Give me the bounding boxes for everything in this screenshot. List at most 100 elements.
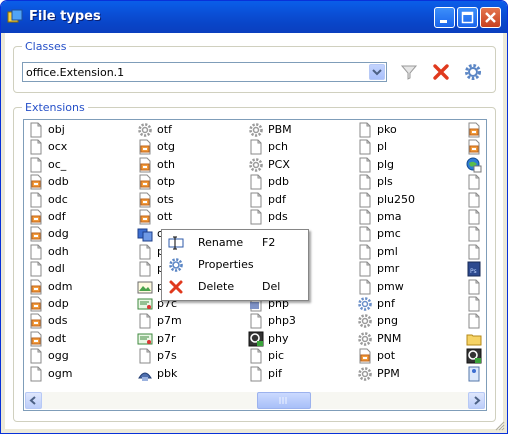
list-item-label: odt (48, 331, 67, 345)
openoffice-file-icon (466, 122, 482, 138)
scroll-left-button[interactable] (25, 392, 42, 409)
cert-file-icon (137, 331, 153, 347)
photoshop-file-icon: Ps (466, 261, 482, 277)
generic-file-icon (248, 366, 264, 382)
gear-file-icon (137, 122, 153, 138)
generic-file-icon (248, 209, 264, 225)
generic-file-icon (248, 192, 264, 208)
list-item-label: PNM (377, 331, 402, 345)
list-item-label: odl (48, 262, 65, 276)
file-types-window: File types Classes office.Extension.1 Ex… (0, 0, 508, 434)
list-item-label: png (377, 314, 398, 328)
openoffice-file-icon (137, 139, 153, 155)
list-item-label: otp (157, 175, 176, 189)
list-item-label: pds (268, 210, 288, 223)
classes-group-label: Classes (22, 40, 70, 53)
list-item-label: plg (377, 157, 395, 171)
generic-file-icon (248, 139, 264, 155)
list-item-label: pbk (157, 366, 178, 380)
generic-file-icon (466, 296, 482, 312)
openoffice-file-icon (28, 226, 44, 242)
list-item-label: pch (268, 140, 289, 154)
delete-icon (433, 64, 449, 80)
list-item-label: PPM (377, 366, 400, 380)
horizontal-scrollbar[interactable] (25, 392, 485, 409)
list-item-label: PBM (268, 123, 292, 136)
list-item-label: ots (157, 192, 174, 206)
openoffice-file-icon (28, 174, 44, 190)
list-item-label: pmr (377, 262, 400, 276)
menu-item-properties[interactable]: Properties (164, 254, 304, 276)
context-menu: Rename F2 Properties Delete Del (161, 229, 309, 301)
list-item-label: pdb (268, 175, 289, 189)
generic-file-icon (357, 122, 373, 138)
list-item-label: ods (48, 314, 68, 328)
class-properties-button[interactable] (463, 62, 483, 82)
menu-item-rename[interactable]: Rename F2 (164, 232, 304, 254)
list-item-label: odb (48, 175, 69, 189)
openoffice-file-icon (137, 157, 153, 173)
generic-file-icon (28, 157, 44, 173)
minimize-icon (440, 20, 447, 23)
menu-item-delete[interactable]: Delete Del (164, 276, 304, 298)
maximize-button[interactable] (457, 7, 478, 28)
openoffice-file-icon (137, 192, 153, 208)
list-item-label: pmc (377, 227, 401, 241)
chevron-left-icon (29, 396, 36, 405)
list-item-label: pml (377, 244, 398, 258)
gear-blue-file-icon (357, 296, 373, 312)
generic-file-icon (357, 157, 373, 173)
openoffice-file-icon (28, 313, 44, 329)
list-item-label: odg (48, 227, 69, 241)
openoffice-file-icon (28, 296, 44, 312)
grip-icon (279, 397, 287, 404)
class-combobox-value: office.Extension.1 (26, 66, 125, 79)
generic-file-icon (466, 174, 482, 190)
menu-item-label: Properties (198, 258, 254, 271)
blue-tile-icon (137, 226, 153, 242)
list-item-label: p7m (157, 314, 182, 328)
generic-file-icon (357, 192, 373, 208)
generic-file-icon (357, 279, 373, 295)
combobox-dropdown-button[interactable] (369, 64, 385, 80)
title-bar[interactable]: File types (1, 1, 507, 33)
list-item-label: pl (377, 140, 388, 154)
scroll-right-button[interactable] (468, 392, 485, 409)
minimize-button[interactable] (434, 7, 455, 28)
list-item-label: pif (268, 366, 282, 380)
phy-file-icon (466, 348, 482, 364)
list-item-label: ott (157, 210, 173, 223)
image-file-icon (137, 279, 153, 295)
globe-file-icon (466, 157, 482, 173)
blue-doc-file-icon (466, 366, 482, 382)
generic-file-icon (28, 348, 44, 364)
rename-icon (168, 235, 184, 251)
menu-item-label: Delete (198, 280, 235, 293)
list-item-label: ogm (48, 366, 73, 380)
list-item-label: pnf (377, 297, 395, 310)
generic-file-icon (248, 174, 264, 190)
list-item-label: odh (48, 244, 69, 258)
list-item-label: oc_ (48, 157, 67, 171)
generic-file-icon (248, 348, 264, 364)
list-item-label: otf (157, 123, 172, 136)
generic-file-icon (28, 261, 44, 277)
generic-file-icon (28, 122, 44, 138)
scrollbar-thumb[interactable] (257, 392, 311, 409)
phone-file-icon (137, 366, 153, 382)
close-button[interactable] (480, 7, 501, 28)
generic-file-icon (466, 209, 482, 225)
close-icon (485, 12, 496, 23)
filter-button[interactable] (399, 62, 419, 82)
delete-class-button[interactable] (431, 62, 451, 82)
list-item-label: pot (377, 349, 396, 363)
list-item-label: pdf (268, 192, 286, 206)
list-item-label: oth (157, 157, 176, 171)
menu-item-shortcut: Del (262, 280, 281, 293)
chevron-down-icon (372, 69, 382, 76)
list-item-label: phy (268, 331, 289, 345)
list-item-label: p7s (157, 349, 177, 363)
resize-grip[interactable] (495, 421, 505, 431)
generic-file-icon (137, 261, 153, 277)
class-combobox[interactable]: office.Extension.1 (22, 62, 387, 82)
